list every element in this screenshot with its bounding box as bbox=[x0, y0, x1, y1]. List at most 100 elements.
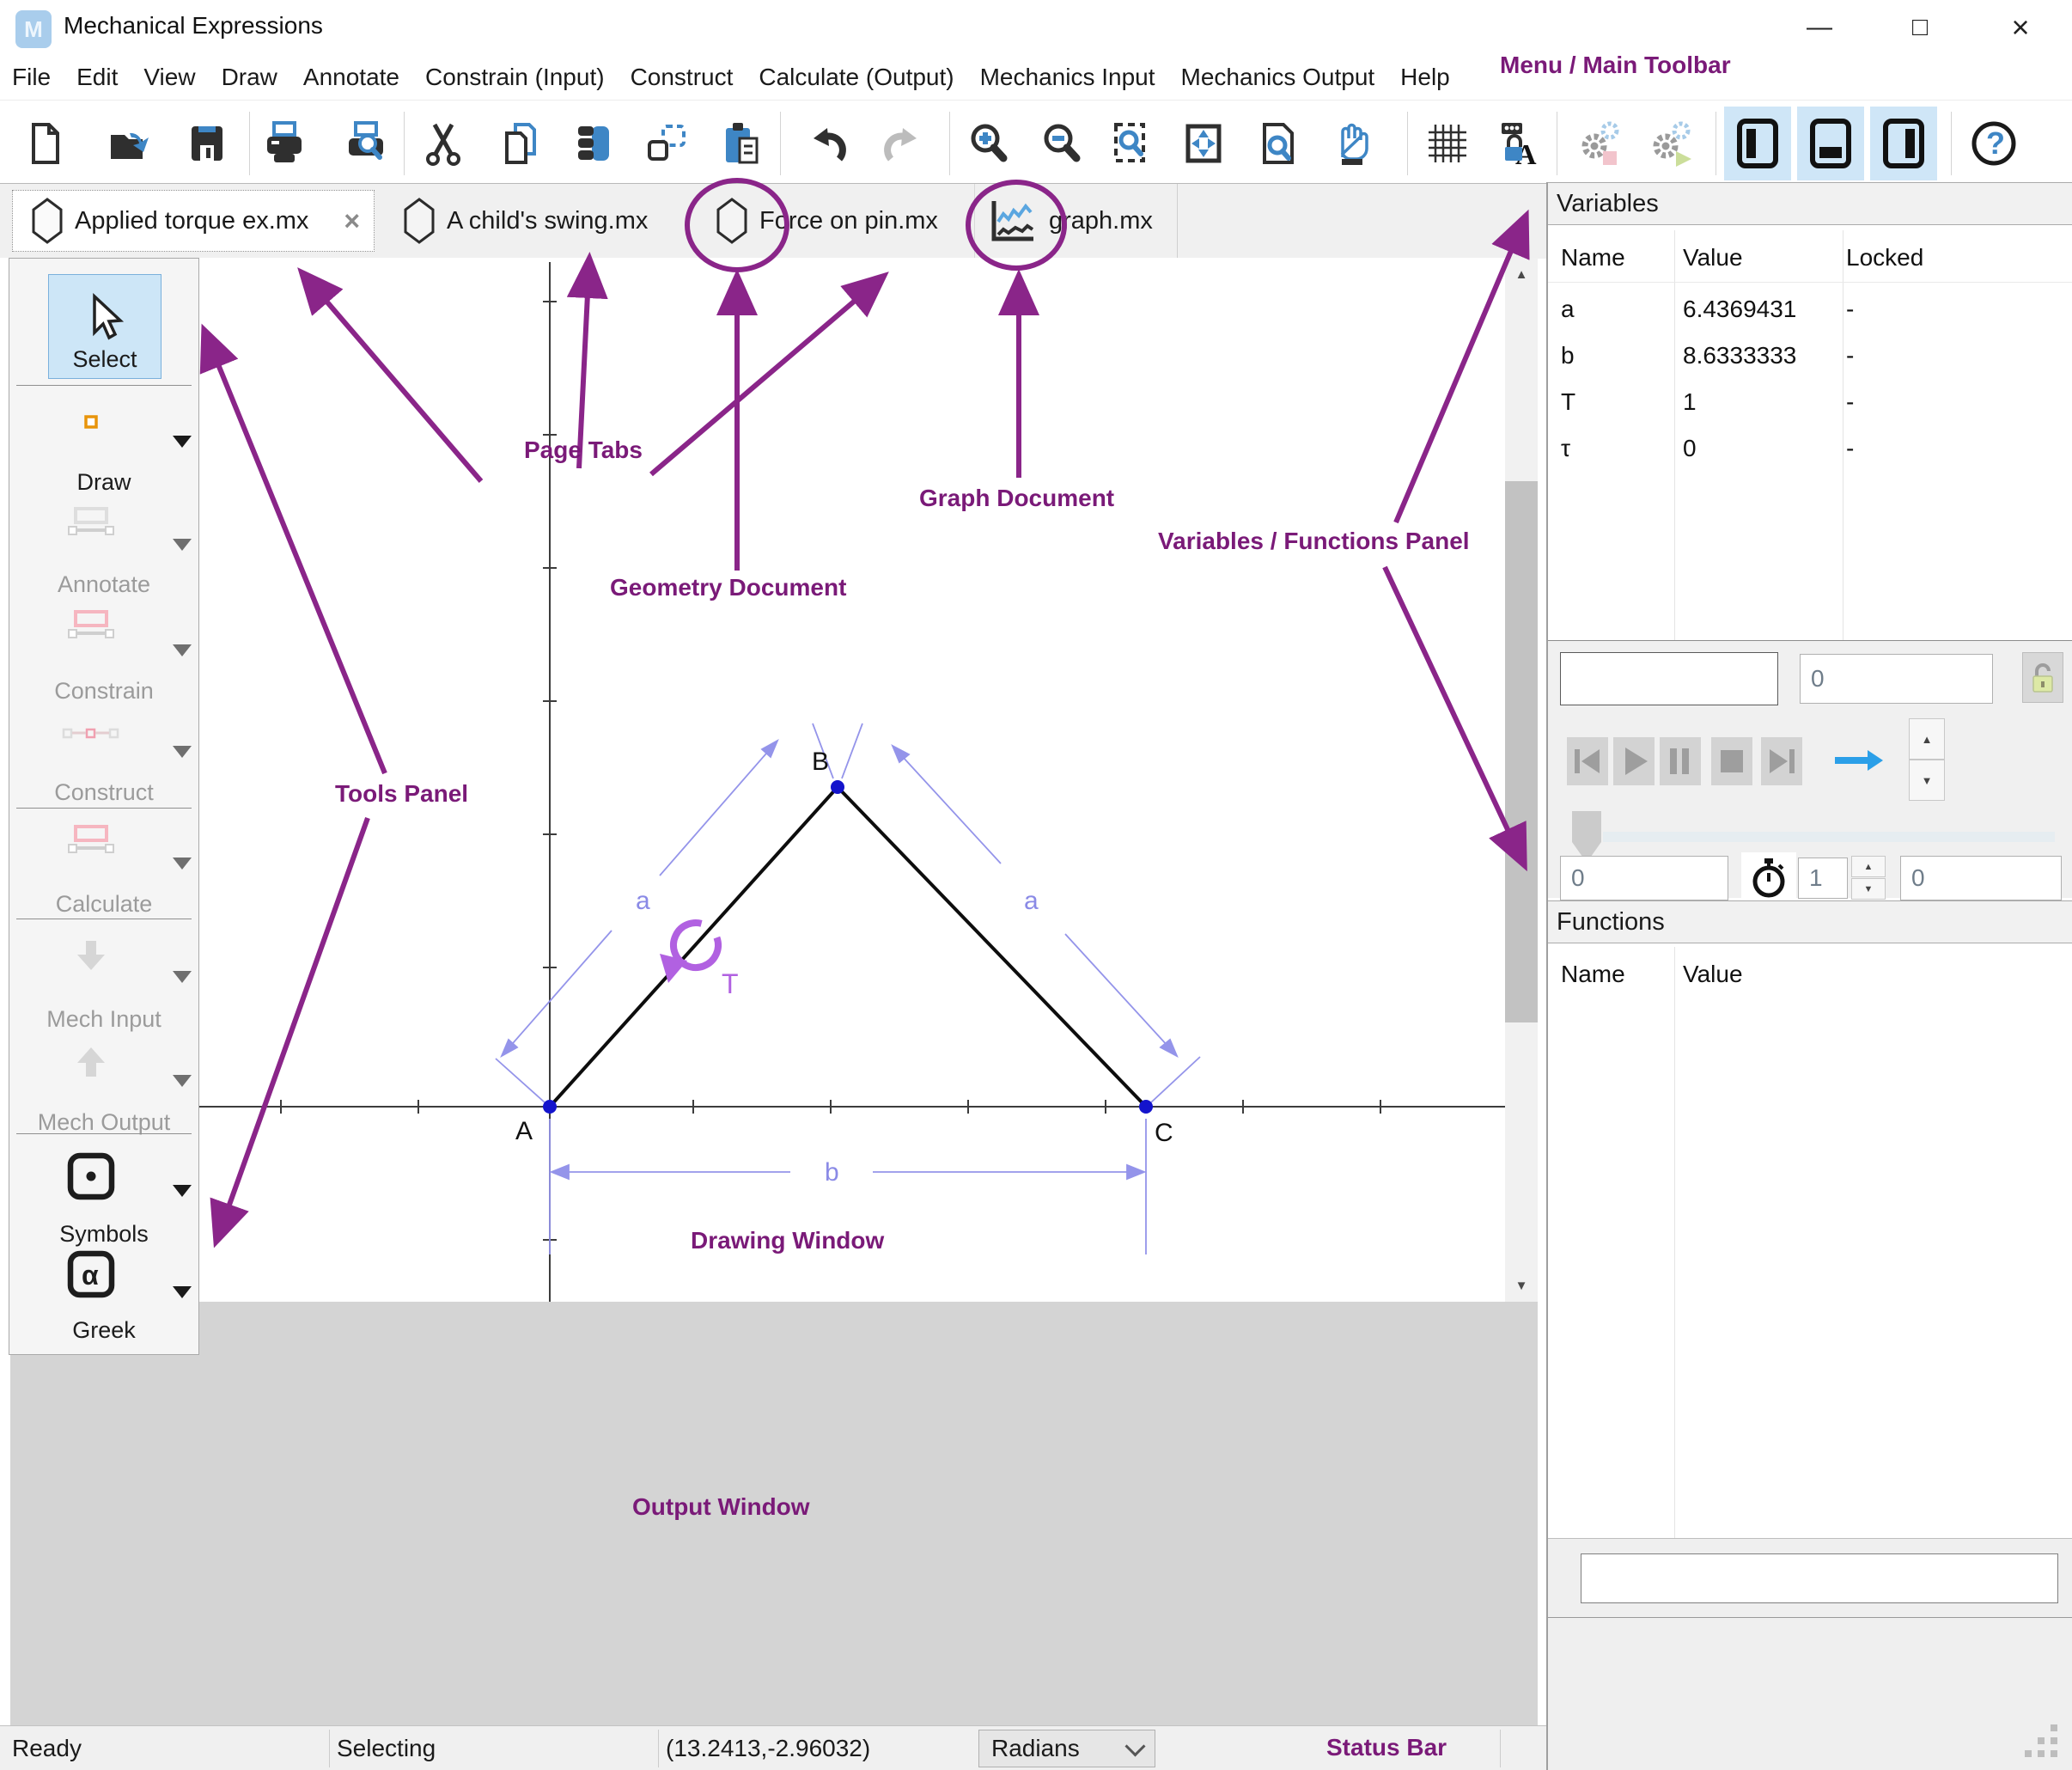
greek-tool-dropdown[interactable] bbox=[173, 1286, 192, 1298]
mech-input-tool-dropdown[interactable] bbox=[173, 971, 192, 983]
timer-button[interactable] bbox=[1741, 852, 1796, 904]
undo-button[interactable] bbox=[797, 113, 857, 174]
direction-arrow-icon[interactable] bbox=[1831, 746, 1886, 775]
var-locked[interactable]: - bbox=[1846, 435, 1854, 462]
go-to-end-button[interactable] bbox=[1761, 737, 1802, 785]
draw-tool-label[interactable]: Draw bbox=[9, 469, 198, 496]
interval-down-button[interactable]: ▼ bbox=[1851, 878, 1886, 900]
constrain-tool-label[interactable]: Constrain bbox=[9, 678, 198, 705]
pan-button[interactable] bbox=[1321, 113, 1381, 174]
cut-button[interactable] bbox=[413, 113, 473, 174]
menu-constrain-input[interactable]: Constrain (Input) bbox=[425, 64, 605, 91]
zoom-page-button[interactable] bbox=[1248, 113, 1308, 174]
tab-applied-torque[interactable]: Applied torque ex.mx × bbox=[12, 190, 375, 252]
var-name[interactable]: τ bbox=[1561, 435, 1570, 462]
calculate-tool-icon[interactable] bbox=[9, 824, 173, 855]
new-document-button[interactable] bbox=[15, 113, 76, 174]
animation-value-input[interactable] bbox=[1800, 654, 1993, 704]
animation-slider-track[interactable] bbox=[1603, 832, 2055, 842]
speed-down-button[interactable]: ▼ bbox=[1909, 760, 1945, 801]
zoom-selection-button[interactable] bbox=[1103, 113, 1163, 174]
zoom-out-button[interactable] bbox=[1032, 113, 1092, 174]
var-locked[interactable]: - bbox=[1846, 388, 1854, 416]
tab-close-icon[interactable]: × bbox=[344, 205, 360, 237]
settings-run-button[interactable] bbox=[1642, 113, 1702, 174]
annotate-tool-dropdown[interactable] bbox=[173, 539, 192, 551]
save-button[interactable] bbox=[177, 113, 237, 174]
tab-childs-swing[interactable]: A child's swing.mx bbox=[404, 184, 648, 258]
draw-tool-icon[interactable] bbox=[9, 413, 173, 430]
menu-help[interactable]: Help bbox=[1400, 64, 1450, 91]
menu-file[interactable]: File bbox=[12, 64, 51, 91]
draw-tool-dropdown[interactable] bbox=[173, 436, 192, 448]
pause-button[interactable] bbox=[1660, 737, 1701, 785]
scrollbar-thumb[interactable] bbox=[1505, 481, 1538, 1022]
menu-construct[interactable]: Construct bbox=[631, 64, 734, 91]
menu-calculate-output[interactable]: Calculate (Output) bbox=[759, 64, 954, 91]
menu-mechanics-input[interactable]: Mechanics Input bbox=[980, 64, 1155, 91]
drawing-window[interactable]: a a b A B C T bbox=[0, 258, 1505, 1302]
menu-mechanics-output[interactable]: Mechanics Output bbox=[1181, 64, 1375, 91]
scroll-up-icon[interactable]: ▲ bbox=[1505, 258, 1538, 290]
menu-draw[interactable]: Draw bbox=[222, 64, 277, 91]
print-preview-button[interactable] bbox=[336, 113, 396, 174]
annotate-tool-label[interactable]: Annotate bbox=[9, 571, 198, 598]
paste-button[interactable] bbox=[711, 113, 771, 174]
animation-variable-input[interactable] bbox=[1560, 652, 1778, 705]
slider-start-input[interactable] bbox=[1560, 856, 1728, 900]
print-button[interactable] bbox=[254, 113, 314, 174]
symbols-tool-icon[interactable] bbox=[9, 1152, 173, 1202]
scroll-down-icon[interactable]: ▼ bbox=[1505, 1269, 1538, 1302]
menu-annotate[interactable]: Annotate bbox=[303, 64, 399, 91]
interval-up-button[interactable]: ▲ bbox=[1851, 856, 1886, 877]
var-name[interactable]: T bbox=[1561, 388, 1575, 416]
function-entry-input[interactable] bbox=[1581, 1553, 2058, 1603]
var-value[interactable]: 8.6333333 bbox=[1683, 342, 1796, 369]
text-style-lock-button[interactable]: A bbox=[1487, 113, 1547, 174]
duplicate-button[interactable] bbox=[637, 113, 697, 174]
interval-input[interactable] bbox=[1798, 858, 1848, 899]
zoom-in-button[interactable] bbox=[959, 113, 1019, 174]
copy-data-button[interactable] bbox=[564, 113, 624, 174]
minimize-button[interactable]: — bbox=[1795, 7, 1843, 48]
angle-unit-dropdown[interactable]: Radians bbox=[978, 1730, 1155, 1767]
var-value[interactable]: 6.4369431 bbox=[1683, 296, 1796, 323]
constrain-tool-dropdown[interactable] bbox=[173, 644, 192, 656]
select-tool-button[interactable]: Select bbox=[48, 274, 161, 379]
symbols-tool-label[interactable]: Symbols bbox=[9, 1221, 198, 1248]
calculate-tool-dropdown[interactable] bbox=[173, 858, 192, 870]
point-B[interactable] bbox=[831, 780, 844, 794]
speed-up-button[interactable]: ▲ bbox=[1909, 718, 1945, 760]
point-C[interactable] bbox=[1139, 1100, 1153, 1114]
drawing-vertical-scrollbar[interactable]: ▲ ▼ bbox=[1505, 258, 1538, 1302]
calculate-tool-label[interactable]: Calculate bbox=[9, 891, 198, 918]
mech-input-tool-label[interactable]: Mech Input bbox=[9, 1006, 198, 1033]
copy-button[interactable] bbox=[491, 113, 551, 174]
mech-input-tool-icon[interactable] bbox=[9, 937, 173, 975]
mech-output-tool-dropdown[interactable] bbox=[173, 1075, 192, 1087]
var-locked[interactable]: - bbox=[1846, 296, 1854, 323]
annotate-tool-icon[interactable] bbox=[9, 506, 173, 537]
slider-end-input[interactable] bbox=[1900, 856, 2062, 900]
animation-lock-button[interactable] bbox=[2022, 652, 2063, 703]
construct-tool-dropdown[interactable] bbox=[173, 746, 192, 758]
var-value[interactable]: 1 bbox=[1683, 388, 1697, 416]
greek-tool-icon[interactable]: α bbox=[9, 1250, 173, 1300]
menu-view[interactable]: View bbox=[143, 64, 195, 91]
construct-tool-label[interactable]: Construct bbox=[9, 779, 198, 806]
animation-slider-thumb[interactable] bbox=[1572, 811, 1601, 863]
help-button[interactable]: ? bbox=[1964, 113, 2024, 174]
var-name[interactable]: a bbox=[1561, 296, 1575, 323]
maximize-button[interactable]: □ bbox=[1896, 7, 1944, 48]
open-button[interactable] bbox=[100, 113, 160, 174]
toggle-left-panel-button[interactable] bbox=[1724, 107, 1791, 180]
linkage-bars[interactable] bbox=[550, 787, 1146, 1107]
tab-force-on-pin[interactable]: Force on pin.mx bbox=[716, 184, 938, 258]
menu-edit[interactable]: Edit bbox=[76, 64, 118, 91]
stop-button[interactable] bbox=[1711, 737, 1752, 785]
symbols-tool-dropdown[interactable] bbox=[173, 1185, 192, 1197]
zoom-extents-button[interactable] bbox=[1173, 113, 1234, 174]
redo-button[interactable] bbox=[873, 113, 933, 174]
mech-output-tool-icon[interactable] bbox=[9, 1042, 173, 1080]
point-A[interactable] bbox=[543, 1100, 557, 1114]
